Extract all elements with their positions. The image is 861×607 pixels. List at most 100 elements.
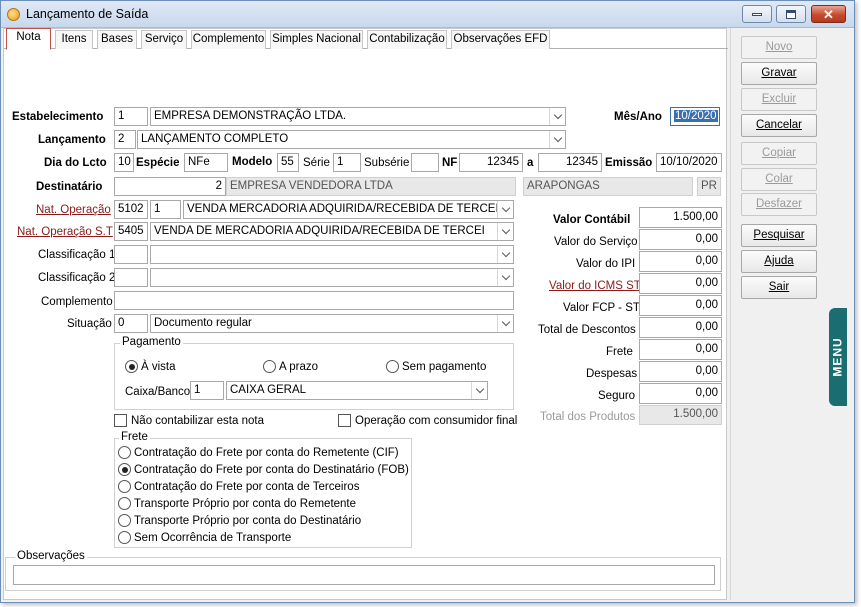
tab-simples-nacional[interactable]: Simples Nacional xyxy=(270,30,363,49)
valor-servico-label: Valor do Serviço xyxy=(554,236,638,248)
consumidor-final-checkbox[interactable]: Operação com consumidor final xyxy=(338,414,517,427)
sair-button[interactable]: Sair xyxy=(741,276,817,299)
especie-input[interactable]: NFe xyxy=(184,153,228,172)
situacao-code-input[interactable]: 0 xyxy=(114,314,148,333)
classificacao1-select[interactable] xyxy=(150,245,514,264)
tab-strip: Nota Itens Bases Serviço Complemento Sim… xyxy=(4,28,728,50)
estabelecimento-name: EMPRESA DEMONSTRAÇÃO LTDA. xyxy=(154,110,347,122)
chevron-down-icon[interactable] xyxy=(549,108,565,125)
gravar-button[interactable]: Gravar xyxy=(741,62,817,85)
tab-contabilizacao[interactable]: Contabilização xyxy=(367,30,447,49)
lancamento-code-input[interactable]: 2 xyxy=(114,130,136,149)
novo-button[interactable]: Novo xyxy=(741,36,817,59)
tab-nota[interactable]: Nota xyxy=(6,28,51,50)
situacao-select[interactable]: Documento regular xyxy=(150,314,514,333)
menu-side-tab[interactable]: MENU xyxy=(829,308,847,406)
dia-lcto-input[interactable]: 10 xyxy=(114,153,134,172)
observacoes-input[interactable] xyxy=(13,565,715,585)
checkbox-icon xyxy=(114,414,127,427)
frete-proprio-destinatario-radio[interactable]: Transporte Próprio por conta do Destinat… xyxy=(118,514,361,527)
complemento-input[interactable] xyxy=(114,291,514,310)
chevron-down-icon[interactable] xyxy=(471,382,487,399)
subserie-input[interactable] xyxy=(411,153,439,172)
frete-valor-label: Frete xyxy=(606,346,633,358)
modelo-label: Modelo xyxy=(232,156,273,168)
lancamento-select[interactable]: LANÇAMENTO COMPLETO xyxy=(137,130,566,149)
nat-operacao-seq-input[interactable]: 1 xyxy=(150,200,181,219)
valor-servico-input[interactable]: 0,00 xyxy=(639,229,722,250)
total-descontos-input[interactable]: 0,00 xyxy=(639,317,722,338)
tab-bases[interactable]: Bases xyxy=(97,30,137,49)
estabelecimento-select[interactable]: EMPRESA DEMONSTRAÇÃO LTDA. xyxy=(150,107,566,126)
frete-valor-input[interactable]: 0,00 xyxy=(639,339,722,360)
frete-sem-ocorrencia-radio[interactable]: Sem Ocorrência de Transporte xyxy=(118,531,291,544)
chevron-down-icon[interactable] xyxy=(497,201,513,218)
classificacao2-code-input[interactable] xyxy=(114,268,148,287)
tab-observacoes-efd[interactable]: Observações EFD xyxy=(451,30,550,49)
emissao-input[interactable]: 10/10/2020 xyxy=(656,153,722,172)
tab-servico[interactable]: Serviço xyxy=(141,30,187,49)
tab-complemento[interactable]: Complemento xyxy=(191,30,266,49)
nat-operacao-desc: VENDA MERCADORIA ADQUIRIDA/RECEBIDA DE T… xyxy=(187,203,514,215)
valor-icms-st-link[interactable]: Valor do ICMS ST xyxy=(549,279,641,293)
seguro-input[interactable]: 0,00 xyxy=(639,383,722,404)
despesas-input[interactable]: 0,00 xyxy=(639,361,722,382)
classificacao2-select[interactable] xyxy=(150,268,514,287)
valor-contabil-label: Valor Contábil xyxy=(553,214,631,226)
radio-icon xyxy=(263,360,276,373)
frete-fob-radio[interactable]: Contratação do Frete por conta do Destin… xyxy=(118,463,409,476)
nat-operacao-st-cfop-input[interactable]: 5405 xyxy=(114,222,148,241)
chevron-down-icon[interactable] xyxy=(497,315,513,332)
serie-input[interactable]: 1 xyxy=(333,153,361,172)
chevron-down-icon[interactable] xyxy=(497,246,513,263)
mes-ano-input[interactable]: 10/2020 xyxy=(670,107,720,126)
copiar-button[interactable]: Copiar xyxy=(741,142,817,165)
nat-operacao-st-link[interactable]: Nat. Operação S.T xyxy=(17,225,113,239)
excluir-button[interactable]: Excluir xyxy=(741,88,817,111)
destinatario-code-input[interactable]: 2 xyxy=(114,177,226,196)
nat-operacao-select[interactable]: VENDA MERCADORIA ADQUIRIDA/RECEBIDA DE T… xyxy=(183,200,514,219)
frete-cif-radio[interactable]: Contratação do Frete por conta do Remete… xyxy=(118,446,399,459)
frete-option-label: Transporte Próprio por conta do Destinat… xyxy=(134,514,362,527)
cancelar-button[interactable]: Cancelar xyxy=(741,114,817,137)
pesquisar-button[interactable]: Pesquisar xyxy=(741,224,817,247)
pagamento-a-prazo-radio[interactable]: A prazo xyxy=(263,360,318,373)
total-descontos-label: Total de Descontos xyxy=(538,324,636,336)
pagamento-a-vista-radio[interactable]: À vista xyxy=(125,360,176,373)
nat-operacao-cfop-input[interactable]: 5102 xyxy=(114,200,148,219)
chevron-down-icon[interactable] xyxy=(497,269,513,286)
classificacao1-code-input[interactable] xyxy=(114,245,148,264)
chevron-down-icon[interactable] xyxy=(497,223,513,240)
classificacao1-label: Classificação 1 xyxy=(38,249,116,261)
estabelecimento-code-input[interactable]: 1 xyxy=(114,107,148,126)
maximize-button[interactable] xyxy=(776,5,806,23)
close-button[interactable]: ✕ xyxy=(811,5,846,23)
pagamento-sem-pagamento-radio[interactable]: Sem pagamento xyxy=(386,360,486,373)
caixa-banco-code-input[interactable]: 1 xyxy=(190,381,224,400)
nao-contabilizar-checkbox[interactable]: Não contabilizar esta nota xyxy=(114,414,264,427)
modelo-input[interactable]: 55 xyxy=(277,153,299,172)
valor-fcp-st-input[interactable]: 0,00 xyxy=(639,295,722,316)
frete-proprio-remetente-radio[interactable]: Transporte Próprio por conta do Remetent… xyxy=(118,497,356,510)
minimize-button[interactable] xyxy=(742,5,772,23)
nf-start-input[interactable]: 12345 xyxy=(459,153,523,172)
nf-end-input[interactable]: 12345 xyxy=(538,153,602,172)
chevron-down-icon[interactable] xyxy=(549,131,565,148)
tab-itens[interactable]: Itens xyxy=(55,30,93,49)
caixa-banco-select[interactable]: CAIXA GERAL xyxy=(226,381,488,400)
desfazer-button[interactable]: Desfazer xyxy=(741,193,817,216)
ajuda-button[interactable]: Ajuda xyxy=(741,250,817,273)
colar-button[interactable]: Colar xyxy=(741,168,817,191)
nat-operacao-link[interactable]: Nat. Operação xyxy=(36,203,111,217)
valor-ipi-input[interactable]: 0,00 xyxy=(639,251,722,272)
valor-contabil-input[interactable]: 1.500,00 xyxy=(639,207,722,228)
radio-selected-icon xyxy=(125,360,138,373)
app-icon xyxy=(7,8,20,21)
consumidor-final-label: Operação com consumidor final xyxy=(355,414,518,427)
nf-a-label: a xyxy=(527,157,534,169)
frete-terceiros-radio[interactable]: Contratação do Frete por conta de Tercei… xyxy=(118,480,359,493)
despesas-label: Despesas xyxy=(586,368,638,380)
radio-icon xyxy=(118,514,131,527)
nat-operacao-st-select[interactable]: VENDA DE MERCADORIA ADQUIRIDA/RECEBIDA D… xyxy=(150,222,514,241)
valor-icms-st-input[interactable]: 0,00 xyxy=(639,273,722,294)
